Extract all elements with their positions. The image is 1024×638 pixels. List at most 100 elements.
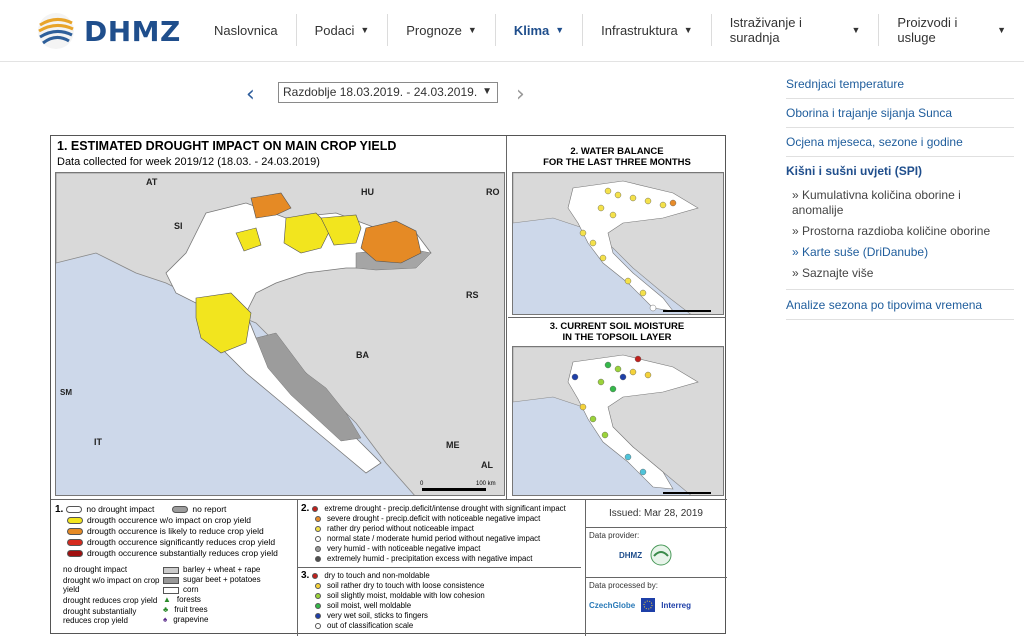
legend-dot (315, 583, 321, 589)
panel3-title-line2: IN THE TOPSOIL LAYER (562, 332, 672, 343)
legend-number: 2. (301, 503, 310, 514)
legend-text: extreme drought - precip.deficit/intense… (324, 504, 566, 513)
legend-crop-text: sugar beet + potatoes (183, 575, 261, 584)
legend-text: very wet soil, sticks to fingers (327, 611, 428, 620)
legend-dot (315, 623, 321, 629)
legend-text: extremely humid - precipitation excess w… (327, 554, 533, 563)
select-caret-icon: ▼ (482, 86, 492, 97)
period-selected-value: Razdoblje 18.03.2019. - 24.03.2019. (283, 85, 478, 99)
sidebar: Srednjaci temperature Oborina i trajanje… (786, 70, 1014, 320)
country-label-ba: BA (356, 350, 369, 360)
legend-swatch (67, 550, 83, 557)
nav-label: Istraživanje i suradnja (729, 15, 802, 45)
sidebar-subitem-karte-suse[interactable]: » Karte suše (DriDanube) (786, 242, 1014, 263)
panel-crop-yield: 1. ESTIMATED DROUGHT IMPACT ON MAIN CROP… (51, 136, 507, 499)
nav-label: Prognoze (406, 22, 462, 38)
nav-item-klima[interactable]: Klima ▼ (494, 14, 582, 46)
crop-yield-map: AT HU RO SI RS BA IT ME AL SM 0 100 km (55, 172, 505, 496)
legend-crop-text: forests (176, 595, 201, 604)
legend-swatch (163, 566, 179, 574)
country-label-rs: RS (466, 290, 479, 300)
legend-swatch (67, 517, 83, 524)
nav-label: Podaci (314, 22, 355, 38)
legend-text: drougth occurence is likely to reduce cr… (87, 526, 264, 536)
sidebar-item-ocjena[interactable]: Ocjena mjeseca, sezone i godine (786, 128, 1014, 157)
legend-swatch (67, 528, 83, 535)
croatia-drought-map: AT HU RO SI RS BA IT ME AL SM 0 100 km (56, 173, 504, 495)
panel2-title-line1: 2. WATER BALANCE (570, 146, 664, 157)
water-balance-map (512, 172, 724, 315)
legend-dot (315, 613, 321, 619)
legend-dot (315, 603, 321, 609)
legend-dot (315, 593, 321, 599)
tree-icon: ▲ (163, 595, 171, 604)
data-processed-label: Data processed by: (589, 581, 658, 590)
country-label-at: AT (146, 177, 158, 187)
legend-text: dry to touch and non-moldable (324, 571, 430, 580)
country-label-si: SI (174, 221, 183, 231)
nav-item-infrastruktura[interactable]: Infrastruktura ▼ (582, 14, 711, 46)
legend-symbol-text: drought w/o impact on crop yield (63, 576, 160, 594)
soil-moisture-svg (513, 347, 723, 495)
sidebar-item-spi[interactable]: Kišni i sušni uvjeti (SPI) (786, 157, 1014, 185)
country-label-al: AL (481, 460, 493, 470)
legend-swatch (163, 576, 179, 584)
nav-item-naslovnica[interactable]: Naslovnica (196, 14, 296, 46)
next-period-arrow-icon[interactable]: › (516, 82, 525, 107)
eu-flag-icon (641, 598, 656, 612)
sidebar-item-analize[interactable]: Analize sezona po tipovima vremena (786, 290, 1014, 320)
water-balance-svg (513, 173, 723, 314)
caret-down-icon: ▼ (360, 25, 370, 35)
legend-dot (312, 573, 319, 579)
ministry-logo-icon (650, 544, 672, 566)
country-label-ro: RO (486, 187, 500, 197)
sidebar-subitem-prostorna[interactable]: » Prostorna razdioba količine oborine (786, 221, 1014, 242)
caret-down-icon: ▼ (997, 25, 1006, 35)
nav-item-proizvodi[interactable]: Proizvodi i usluge ▼ (878, 14, 1024, 46)
legend-crop-text: corn (183, 585, 199, 594)
legend-text: drougth occurence significantly reduces … (87, 537, 276, 547)
legend-text: drougth occurence substantially reduces … (87, 548, 278, 558)
country-label-it: IT (94, 437, 103, 447)
sidebar-item-srednjaci[interactable]: Srednjaci temperature (786, 70, 1014, 99)
issued-date: Issued: Mar 28, 2019 (585, 500, 727, 528)
period-dropdown[interactable]: Razdoblje 18.03.2019. - 24.03.2019. ▼ (278, 82, 498, 103)
nav-label: Proizvodi i usluge (897, 15, 958, 45)
caret-down-icon: ▼ (467, 25, 477, 35)
legend-dot (315, 516, 321, 522)
previous-period-arrow-icon[interactable]: ‹ (246, 82, 255, 107)
legend-dot (315, 536, 321, 542)
sidebar-subitem-saznajte[interactable]: » Saznajte više (786, 263, 1014, 290)
legend-text: very humid - with noticeable negative im… (327, 544, 481, 553)
legend-text: soil slightly moist, moldable with low c… (327, 591, 485, 600)
panel1-subtitle: Data collected for week 2019/12 (18.03. … (57, 156, 320, 168)
sidebar-subitem-kumulativna[interactable]: » Kumulativna količina oborine i anomali… (786, 185, 1014, 221)
soil-moisture-map (512, 346, 724, 496)
panel-soil-moisture: 3. CURRENT SOIL MOISTURE IN THE TOPSOIL … (508, 318, 726, 499)
nav-item-prognoze[interactable]: Prognoze ▼ (387, 14, 495, 46)
data-provider-label: Data provider: (589, 531, 640, 540)
panel-water-balance: 2. WATER BALANCE FOR THE LAST THREE MONT… (508, 136, 726, 318)
legend-text: no report (192, 504, 227, 514)
nav-item-podaci[interactable]: Podaci ▼ (295, 14, 388, 46)
grapevine-icon: ♠ (163, 615, 168, 624)
scale-label: 100 km (476, 481, 496, 487)
legend-number: 1. (55, 504, 64, 515)
czechglobe-logo: CzechGlobe (589, 600, 636, 610)
data-provider-box: Data provider: DHMZ (585, 528, 727, 578)
country-label-me: ME (446, 440, 460, 450)
sidebar-item-oborina[interactable]: Oborina i trajanje sijanja Sunca (786, 99, 1014, 128)
legend-text: normal state / moderate humid period wit… (327, 534, 541, 543)
nav-item-istrazivanje[interactable]: Istraživanje i suradnja ▼ (710, 14, 879, 46)
nav-label: Klima (513, 22, 550, 38)
brand-name: DHMZ (84, 14, 181, 48)
caret-down-icon: ▼ (851, 25, 861, 35)
dhmz-logo[interactable]: DHMZ (36, 11, 181, 51)
country-label-hu: HU (361, 187, 374, 197)
legend-text: soil rather dry to touch with loose cons… (327, 581, 485, 590)
legend-symbol-text: no drought impact (63, 565, 128, 574)
legend-dot (315, 546, 321, 552)
caret-down-icon: ▼ (555, 25, 565, 35)
caret-down-icon: ▼ (683, 25, 693, 35)
legend-divider (297, 500, 298, 636)
